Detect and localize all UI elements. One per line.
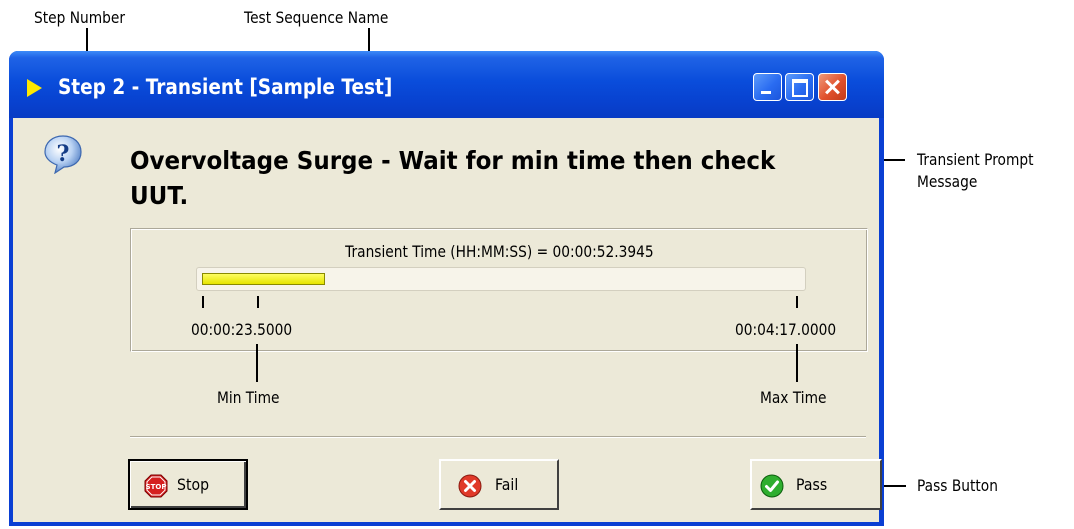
transient-time-label: Transient Time (HH:MM:SS) = 00:00:52.394… (344, 242, 654, 261)
callout-line (86, 28, 88, 52)
transient-time-label-wrap: Transient Time (HH:MM:SS) = 00:00:52.394… (131, 242, 867, 261)
red-x-icon (458, 474, 482, 498)
fail-button-label: Fail (495, 475, 519, 494)
transient-progress-bar (196, 267, 806, 291)
annotation-max-time: Max Time (760, 388, 827, 407)
title-bar[interactable]: Step 2 - Transient [Sample Test] (9, 51, 884, 118)
min-time-value: 00:00:23.5000 (191, 320, 293, 339)
progress-start-tick (202, 296, 204, 308)
yellow-triangle-icon (27, 79, 42, 97)
annotation-pass-button: Pass Button (917, 476, 998, 495)
min-time-tick (257, 296, 259, 308)
callout-line (796, 344, 798, 382)
svg-text:?: ? (57, 141, 70, 167)
transient-progress-fill (202, 273, 325, 285)
max-time-value: 00:04:17.0000 (735, 320, 837, 339)
annotation-transient-prompt-line1: Transient Prompt (917, 150, 1034, 169)
callout-line (368, 28, 370, 52)
pass-button[interactable]: Pass (750, 459, 882, 510)
annotation-test-sequence-name: Test Sequence Name (244, 8, 389, 27)
pass-button-label: Pass (796, 475, 828, 494)
close-button[interactable] (818, 73, 847, 101)
stop-sign-icon: STOP (144, 474, 168, 498)
question-icon: ? (44, 135, 82, 174)
callout-line (256, 344, 258, 382)
annotation-step-number: Step Number (34, 8, 125, 27)
transient-time-group: Transient Time (HH:MM:SS) = 00:00:52.394… (130, 228, 868, 352)
svg-text:STOP: STOP (146, 483, 167, 491)
green-check-icon (760, 474, 784, 498)
stop-button[interactable]: STOP Stop (128, 459, 248, 510)
button-separator (130, 436, 866, 438)
annotation-min-time: Min Time (217, 388, 280, 407)
max-time-tick (796, 296, 798, 308)
annotation-transient-prompt-line2: Message (917, 172, 978, 191)
window-title: Step 2 - Transient [Sample Test] (58, 75, 393, 99)
transient-prompt-message: Overvoltage Surge - Wait for min time th… (130, 146, 776, 210)
minimize-button[interactable] (753, 73, 782, 101)
callout-line (882, 485, 906, 487)
fail-button[interactable]: Fail (439, 459, 559, 510)
stop-button-label: Stop (177, 475, 210, 494)
maximize-button[interactable] (785, 73, 814, 101)
